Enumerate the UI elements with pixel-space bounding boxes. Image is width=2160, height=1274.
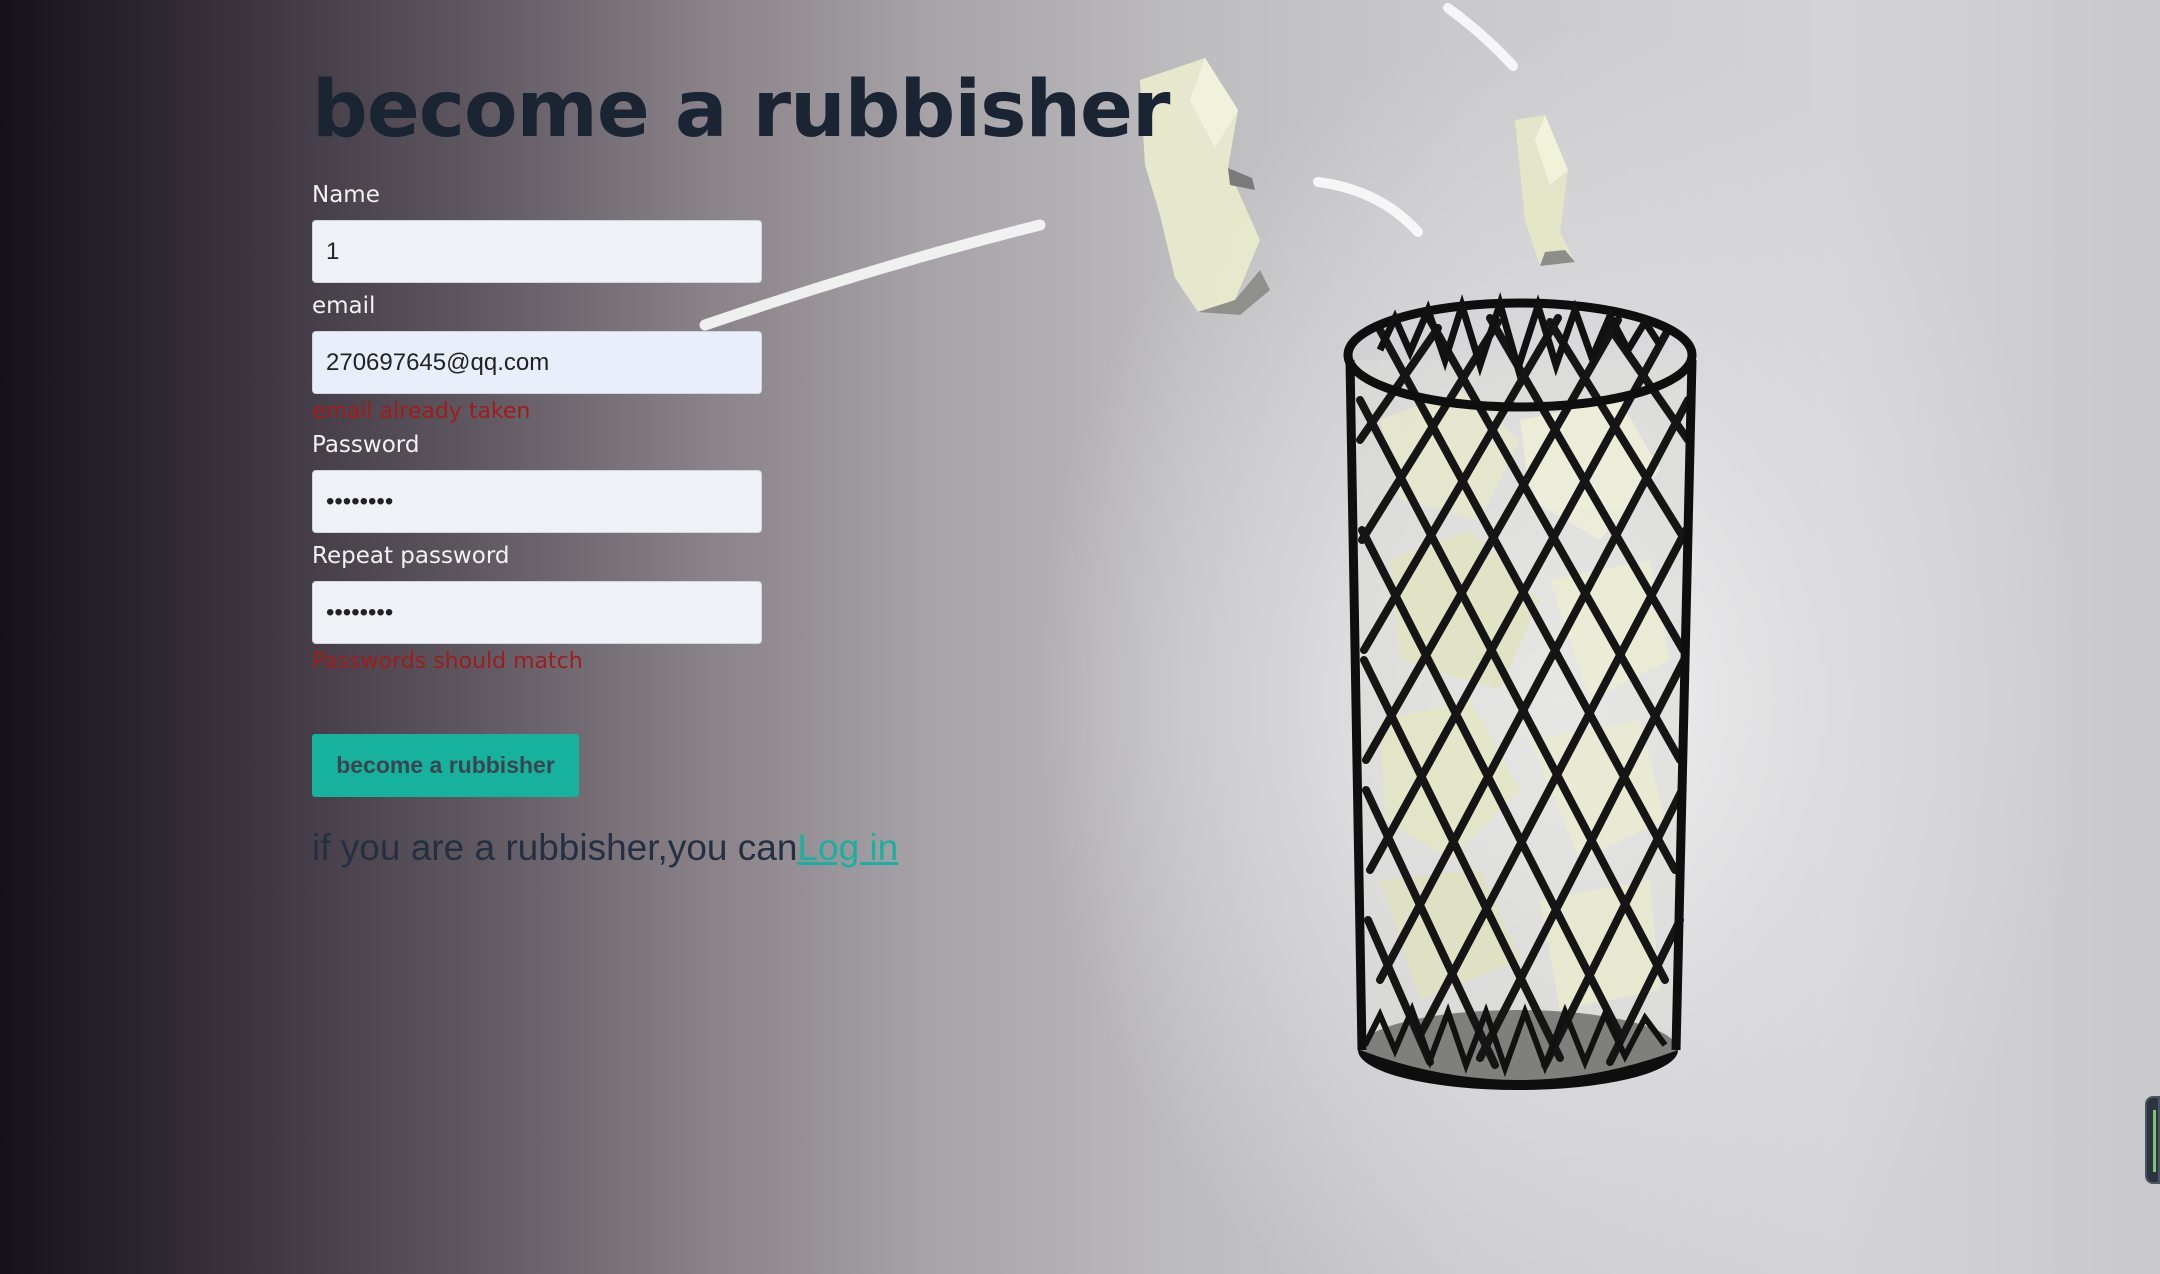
repeat-password-field[interactable]: [312, 581, 762, 644]
paper-ball-right: [1515, 115, 1575, 266]
repeat-password-label: Repeat password: [312, 543, 510, 569]
login-prompt: if you are a rubbisher,you canLog in: [312, 827, 1212, 869]
login-prompt-text: if you are a rubbisher,you can: [312, 827, 798, 868]
side-panel-handle-icon[interactable]: [2145, 1096, 2160, 1184]
email-field[interactable]: [312, 331, 762, 394]
password-match-error-message: Passwords should match: [312, 649, 583, 674]
basket: [1343, 291, 1697, 1090]
become-rubbisher-button[interactable]: become a rubbisher: [312, 734, 579, 797]
email-label: email: [312, 293, 376, 319]
page-title: become a rubbisher: [312, 65, 1170, 155]
name-label: Name: [312, 182, 380, 208]
login-link[interactable]: Log in: [797, 827, 898, 868]
handle-indicator: [2153, 1110, 2156, 1172]
signup-form: become a rubbisher Name email email alre…: [312, 62, 1212, 869]
email-error-message: email already taken: [312, 399, 531, 424]
password-label: Password: [312, 432, 420, 458]
name-field[interactable]: [312, 220, 762, 283]
password-field[interactable]: [312, 470, 762, 533]
